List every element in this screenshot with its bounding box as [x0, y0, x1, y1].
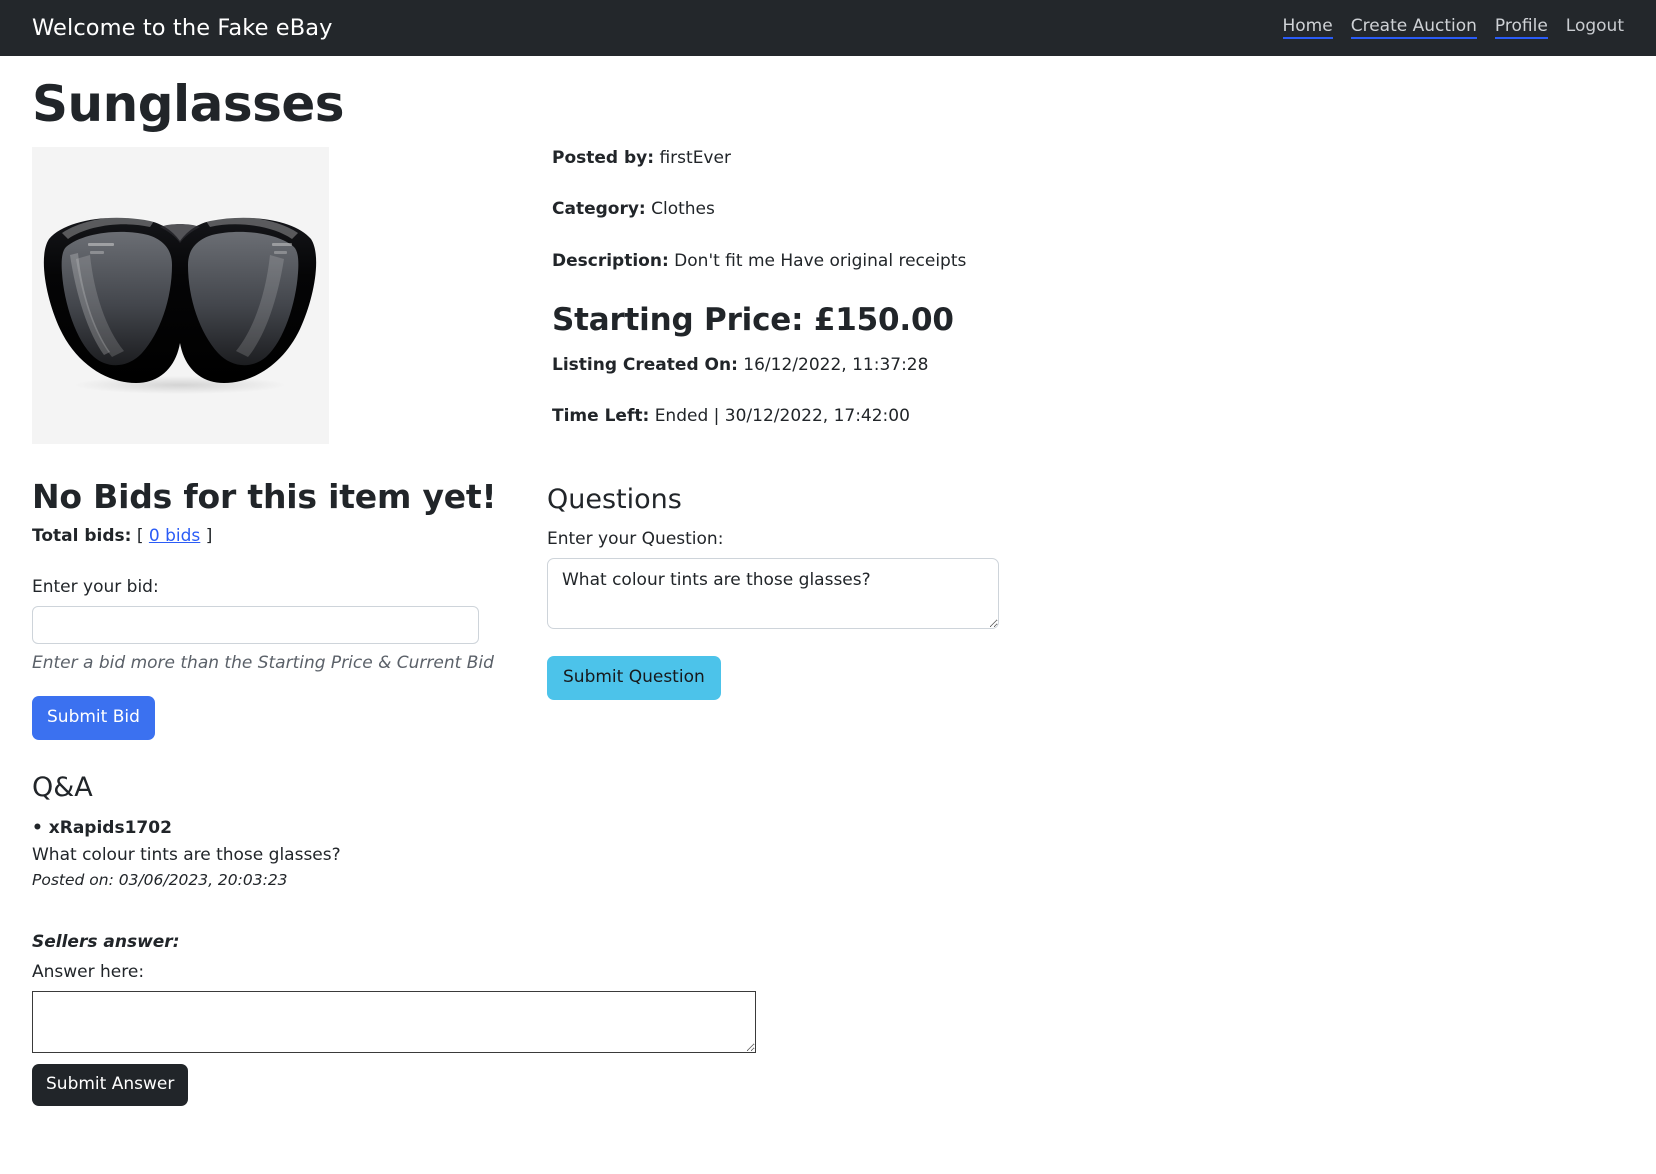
answer-input-label: Answer here:	[32, 961, 145, 982]
answer-textarea[interactable]	[32, 990, 756, 1053]
time-left-row: Time Left: Ended | 30/12/2022, 17:42:00	[552, 405, 1624, 428]
posted-by-value: firstEver	[659, 147, 731, 168]
nav-link-profile[interactable]: Profile	[1494, 16, 1548, 40]
time-left-value: Ended | 30/12/2022, 17:42:00	[654, 406, 910, 427]
left-column: No Bids for this item yet! Total bids: […	[32, 146, 756, 1107]
bid-input-label: Enter your bid:	[32, 576, 159, 597]
category-value: Clothes	[651, 199, 715, 220]
sellers-answer-label: Sellers answer:	[32, 931, 180, 952]
submit-bid-button[interactable]: Submit Bid	[32, 695, 155, 741]
nav-link-create-auction[interactable]: Create Auction	[1350, 16, 1477, 40]
starting-price-row: Starting Price: £150.00	[552, 302, 1624, 339]
description-value: Don't fit me Have original receipts	[674, 251, 967, 272]
page-title: Sunglasses	[32, 75, 345, 133]
qa-entry-user: • xRapids1702	[32, 817, 172, 838]
listing-created-row: Listing Created On: 16/12/2022, 11:37:28	[552, 354, 1624, 377]
questions-block: Enter your Question: Submit Question	[547, 528, 1624, 701]
site-brand: Welcome to the Fake eBay	[32, 15, 333, 41]
questions-heading: Questions	[547, 484, 682, 516]
qa-entry-question: What colour tints are those glasses?	[32, 844, 341, 865]
nav-links: Home Create Auction Profile Logout	[1282, 16, 1627, 40]
bid-hint: Enter a bid more than the Starting Price…	[32, 652, 494, 673]
question-textarea[interactable]	[547, 557, 999, 629]
starting-price-label: Starting Price:	[552, 302, 804, 339]
nav-link-logout[interactable]: Logout	[1566, 16, 1624, 40]
submit-answer-button[interactable]: Submit Answer	[32, 1063, 189, 1107]
sunglasses-illustration	[32, 146, 329, 444]
product-image	[32, 146, 329, 444]
category-row: Category: Clothes	[552, 198, 1624, 221]
nav-link-home[interactable]: Home	[1282, 16, 1333, 40]
description-label: Description:	[552, 251, 669, 272]
total-bids-label: Total bids:	[32, 526, 132, 547]
listing-created-label: Listing Created On:	[552, 354, 738, 375]
page-body: Sunglasses No Bids for this item yet! To…	[0, 75, 1656, 1107]
submit-question-wrap: Submit Question	[547, 655, 1624, 701]
description-row: Description: Don't fit me Have original …	[552, 250, 1624, 273]
starting-price-value: £150.00	[813, 302, 954, 339]
posted-by-label: Posted by:	[552, 147, 655, 168]
bracket-open: [	[136, 526, 144, 547]
qa-entry: • xRapids1702 What colour tints are thos…	[32, 817, 547, 891]
no-bids-heading: No Bids for this item yet!	[32, 476, 497, 516]
category-label: Category:	[552, 199, 646, 220]
question-input-label: Enter your Question:	[547, 528, 724, 549]
total-bids-line: Total bids: [ 0 bids ]	[32, 525, 547, 547]
content-columns: No Bids for this item yet! Total bids: […	[32, 146, 1624, 1107]
qa-entry-posted-on: Posted on: 03/06/2023, 20:03:23	[32, 870, 288, 889]
right-column: Posted by: firstEver Category: Clothes D…	[547, 147, 1624, 701]
submit-question-button[interactable]: Submit Question	[547, 655, 721, 701]
bids-count-link[interactable]: 0 bids	[149, 526, 200, 546]
listing-created-value: 16/12/2022, 11:37:28	[743, 354, 929, 375]
posted-by-row: Posted by: firstEver	[552, 147, 1624, 170]
qa-heading: Q&A	[32, 772, 93, 804]
bracket-close: ]	[205, 526, 213, 547]
top-navbar: Welcome to the Fake eBay Home Create Auc…	[0, 0, 1656, 56]
bid-input[interactable]	[32, 605, 479, 644]
time-left-label: Time Left:	[552, 406, 650, 427]
